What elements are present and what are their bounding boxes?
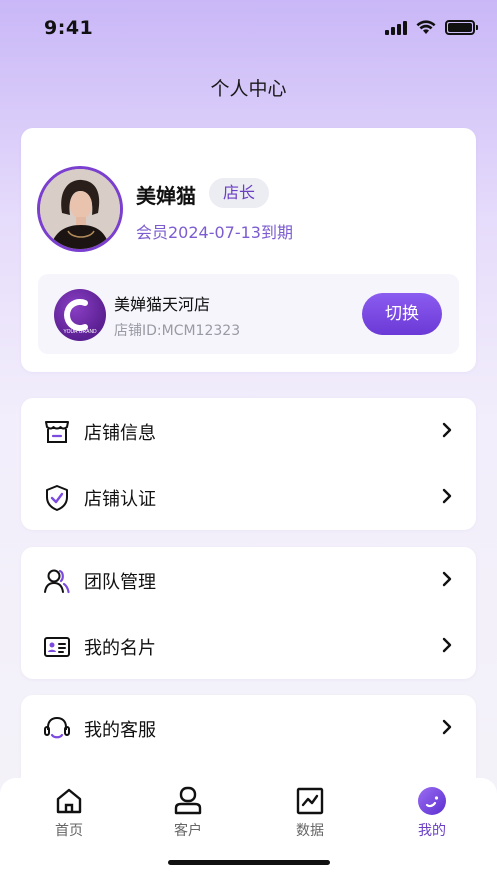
chevron-right-icon: [442, 422, 452, 438]
menu-label: 我的名片: [84, 638, 156, 659]
avatar[interactable]: [37, 166, 123, 252]
battery-icon: [445, 20, 478, 35]
chevron-right-icon: [442, 571, 452, 587]
tab-mine[interactable]: 我的: [392, 786, 472, 840]
home-indicator: [168, 860, 330, 865]
menu-group-team: 团队管理 我的名片: [21, 547, 476, 679]
switch-store-button[interactable]: 切换: [362, 293, 442, 335]
tab-home[interactable]: 首页: [29, 786, 109, 840]
profile-card: 美婵猫 店长 会员2024-07-13到期 YOUR BRAND 美婵猫天河店 …: [21, 128, 476, 372]
menu-group-store: 店铺信息 店铺认证: [21, 398, 476, 530]
tab-label: 数据: [296, 823, 324, 839]
signal-icon: [385, 20, 407, 35]
chart-icon: [296, 787, 324, 815]
menu-item-customer-service[interactable]: 我的客服: [21, 695, 476, 761]
tab-data[interactable]: 数据: [270, 786, 350, 840]
tab-label: 客户: [174, 823, 202, 839]
headset-icon: [44, 716, 70, 739]
shield-check-icon: [46, 485, 68, 511]
tab-customer[interactable]: 客户: [148, 786, 228, 840]
menu-item-team-management[interactable]: 团队管理: [21, 547, 476, 613]
menu-label: 店铺信息: [84, 423, 156, 444]
store-logo: YOUR BRAND: [54, 289, 106, 341]
menu-item-business-card[interactable]: 我的名片: [21, 613, 476, 679]
menu-label: 我的客服: [84, 720, 156, 741]
id-card-icon: [44, 637, 70, 657]
menu-label: 店铺认证: [84, 489, 156, 510]
store-logo-text: YOUR BRAND: [63, 329, 97, 335]
menu-label: 团队管理: [84, 572, 156, 593]
customer-icon: [174, 786, 202, 815]
tab-bar: 首页 客户 数据 我的: [0, 778, 497, 883]
menu-item-store-info[interactable]: 店铺信息: [21, 398, 476, 464]
chevron-right-icon: [442, 719, 452, 735]
home-icon: [56, 788, 82, 814]
page-title: 个人中心: [210, 78, 287, 100]
menu-item-store-verify[interactable]: 店铺认证: [21, 464, 476, 530]
chevron-right-icon: [442, 488, 452, 504]
wifi-icon: [416, 20, 436, 34]
store-name: 美婵猫天河店: [114, 295, 211, 314]
tab-label: 首页: [55, 823, 83, 839]
store-id: 店铺ID:MCM12323: [114, 323, 241, 339]
chevron-right-icon: [442, 637, 452, 653]
profile-icon: [418, 787, 446, 815]
status-bar: 9:41: [0, 0, 497, 60]
store-box: YOUR BRAND 美婵猫天河店 店铺ID:MCM12323 切换: [38, 274, 459, 354]
user-name: 美婵猫: [136, 184, 196, 208]
role-badge: 店长: [209, 178, 270, 208]
status-icons: [385, 20, 478, 35]
store-icon: [45, 421, 69, 443]
team-icon: [44, 569, 70, 594]
status-time: 9:41: [44, 17, 94, 39]
membership-expiry: 会员2024-07-13到期: [136, 223, 293, 242]
tab-label: 我的: [418, 823, 446, 839]
